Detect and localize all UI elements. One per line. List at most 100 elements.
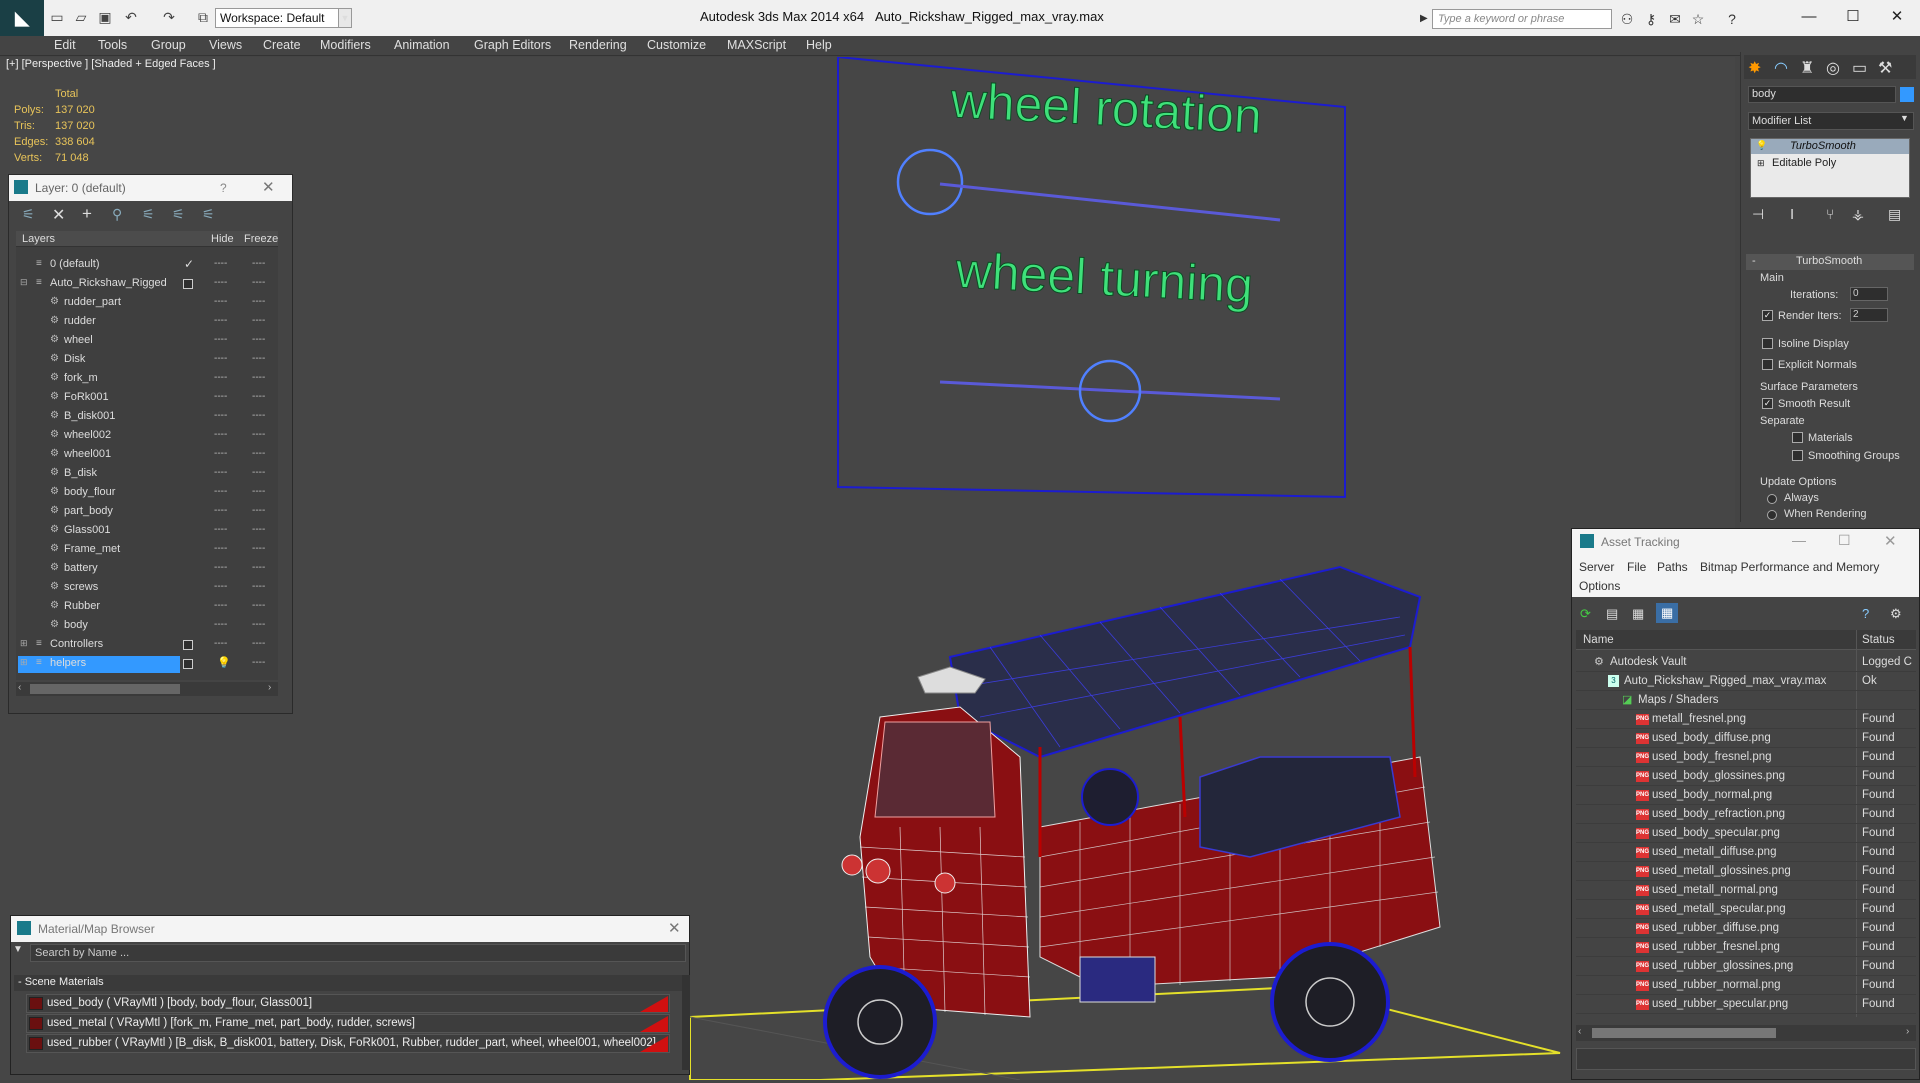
asset-name[interactable]: used_body_refraction.png [1652, 808, 1785, 820]
layer-help-button[interactable]: ? [220, 181, 227, 195]
asset-name[interactable]: used_rubber_specular.png [1652, 998, 1788, 1010]
material-name[interactable]: used_metal ( VRayMtl ) [fork_m, Frame_me… [47, 1017, 415, 1029]
layer-name[interactable]: FoRk001 [64, 391, 109, 403]
object-name-input[interactable]: body [1748, 86, 1896, 103]
layer-scroll-thumb[interactable] [30, 684, 180, 694]
expand-arrow-icon[interactable]: ▶ [1420, 9, 1430, 29]
iterations-spinner[interactable]: 0 [1850, 287, 1888, 301]
bulb-icon[interactable]: 💡 [1756, 140, 1767, 151]
hide-toggle[interactable]: ---- [214, 524, 227, 535]
workspace-select[interactable]: Workspace: Default [215, 8, 350, 28]
refresh-icon[interactable]: ⟳ [1580, 606, 1591, 622]
asset-settings-icon[interactable]: ⚙ [1890, 606, 1902, 622]
thumbnail-view-icon[interactable]: ▦ [1632, 606, 1644, 622]
freeze-toggle[interactable]: ---- [252, 429, 265, 440]
asset-menu-bitmap-performance-and-memory[interactable]: Bitmap Performance and Memory [1700, 560, 1879, 574]
asset-name[interactable]: Autodesk Vault [1610, 656, 1687, 668]
mat-search-input[interactable]: Search by Name ... [30, 944, 686, 962]
layer-name[interactable]: rudder [64, 315, 96, 327]
object-color-swatch[interactable] [1900, 87, 1914, 102]
hide-all-layers-icon[interactable]: ⚟ [172, 206, 185, 223]
asset-minimize-icon[interactable]: — [1792, 532, 1806, 548]
asset-path-field[interactable] [1576, 1048, 1916, 1070]
hide-toggle[interactable]: ---- [214, 638, 227, 649]
new-file-icon[interactable]: ▭ [48, 8, 66, 26]
layer-name[interactable]: wheel [64, 334, 93, 346]
render-iters-spinner[interactable]: 2 [1850, 308, 1888, 322]
hide-toggle[interactable]: ---- [214, 410, 227, 421]
freeze-toggle[interactable]: ---- [252, 372, 265, 383]
expand-plus-icon[interactable]: ⊞ [1757, 158, 1765, 169]
chevron-down-icon[interactable]: ▼ [338, 8, 352, 28]
show-end-result-icon[interactable]: Ⅰ [1790, 206, 1794, 223]
hide-toggle[interactable]: ---- [214, 581, 227, 592]
freeze-toggle[interactable]: ---- [252, 562, 265, 573]
layer-add-selection-icon[interactable] [183, 640, 193, 650]
asset-menu-paths[interactable]: Paths [1657, 560, 1688, 574]
mat-v-scrollbar[interactable] [682, 975, 690, 1070]
smooth-result-checkbox[interactable]: ✓ [1762, 398, 1773, 409]
hide-column-header[interactable]: Hide [211, 233, 234, 245]
when-rendering-radio[interactable] [1767, 510, 1777, 520]
freeze-toggle[interactable]: ---- [252, 296, 265, 307]
hide-toggle[interactable]: ---- [214, 448, 227, 459]
list-view-icon[interactable]: ▤ [1606, 606, 1618, 622]
hide-toggle[interactable]: ---- [214, 258, 227, 269]
hierarchy-tab-icon[interactable]: ♜ [1800, 58, 1814, 78]
asset-name[interactable]: used_metall_specular.png [1652, 903, 1786, 915]
modifier-list-dropdown[interactable]: Modifier List [1748, 112, 1914, 130]
asset-name[interactable]: metall_fresnel.png [1652, 713, 1746, 725]
menu-graph-editors[interactable]: Graph Editors [474, 38, 551, 52]
open-file-icon[interactable]: ▱ [72, 8, 90, 26]
freeze-toggle[interactable]: ---- [252, 638, 265, 649]
explicit-normals-checkbox[interactable] [1762, 359, 1773, 370]
utilities-tab-icon[interactable]: ⚒ [1878, 58, 1892, 78]
expand-toggle-icon[interactable]: ⊞ [20, 657, 28, 668]
scroll-right-icon[interactable]: › [1906, 1026, 1909, 1037]
asset-name[interactable]: used_rubber_diffuse.png [1652, 922, 1779, 934]
menu-maxscript[interactable]: MAXScript [727, 38, 786, 52]
project-folder-icon[interactable]: ⧉ [194, 8, 212, 26]
highlight-layer-icon[interactable]: ⚟ [142, 206, 155, 223]
menu-help[interactable]: Help [806, 38, 832, 52]
asset-maximize-icon[interactable]: ☐ [1838, 532, 1851, 549]
asset-menu-options[interactable]: Options [1579, 579, 1620, 593]
layer-name[interactable]: B_disk001 [64, 410, 115, 422]
menu-rendering[interactable]: Rendering [569, 38, 627, 52]
always-radio[interactable] [1767, 494, 1777, 504]
hide-toggle[interactable]: ---- [214, 353, 227, 364]
hide-toggle[interactable]: ---- [214, 543, 227, 554]
remove-modifier-icon[interactable]: ⚶ [1852, 206, 1864, 223]
layer-name[interactable]: body_flour [64, 486, 115, 498]
configure-modifier-icon[interactable]: ▤ [1888, 206, 1901, 223]
isoline-checkbox[interactable] [1762, 338, 1773, 349]
hide-toggle[interactable]: ---- [214, 391, 227, 402]
hide-toggle[interactable]: ---- [214, 429, 227, 440]
create-tab-icon[interactable]: ✸ [1748, 58, 1761, 78]
freeze-toggle[interactable]: ---- [252, 486, 265, 497]
layer-name[interactable]: Frame_met [64, 543, 120, 555]
close-icon[interactable]: ✕ [1875, 4, 1919, 30]
asset-name[interactable]: used_rubber_fresnel.png [1652, 941, 1780, 953]
hide-toggle[interactable]: ---- [214, 372, 227, 383]
freeze-toggle[interactable]: ---- [252, 391, 265, 402]
layer-name[interactable]: Disk [64, 353, 85, 365]
freeze-toggle[interactable]: ---- [252, 258, 265, 269]
layer-close-icon[interactable]: ✕ [262, 178, 275, 196]
make-unique-icon[interactable]: ⑂ [1826, 206, 1834, 222]
menu-group[interactable]: Group [151, 38, 186, 52]
freeze-all-layers-icon[interactable]: ⚟ [202, 206, 215, 223]
hide-toggle[interactable]: ---- [214, 562, 227, 573]
freeze-toggle[interactable]: ---- [252, 657, 265, 668]
freeze-toggle[interactable]: ---- [252, 581, 265, 592]
menu-tools[interactable]: Tools [98, 38, 127, 52]
name-column-header[interactable]: Name [1583, 634, 1614, 646]
freeze-column-header[interactable]: Freeze [244, 233, 278, 245]
hide-toggle[interactable]: ---- [214, 505, 227, 516]
layer-name[interactable]: part_body [64, 505, 113, 517]
layer-name[interactable]: fork_m [64, 372, 98, 384]
mat-options-arrow-icon[interactable]: ▼ [13, 944, 23, 955]
redo-icon[interactable]: ↷ [160, 8, 178, 26]
pin-stack-icon[interactable]: ⊣ [1752, 206, 1764, 223]
layer-name[interactable]: B_disk [64, 467, 97, 479]
